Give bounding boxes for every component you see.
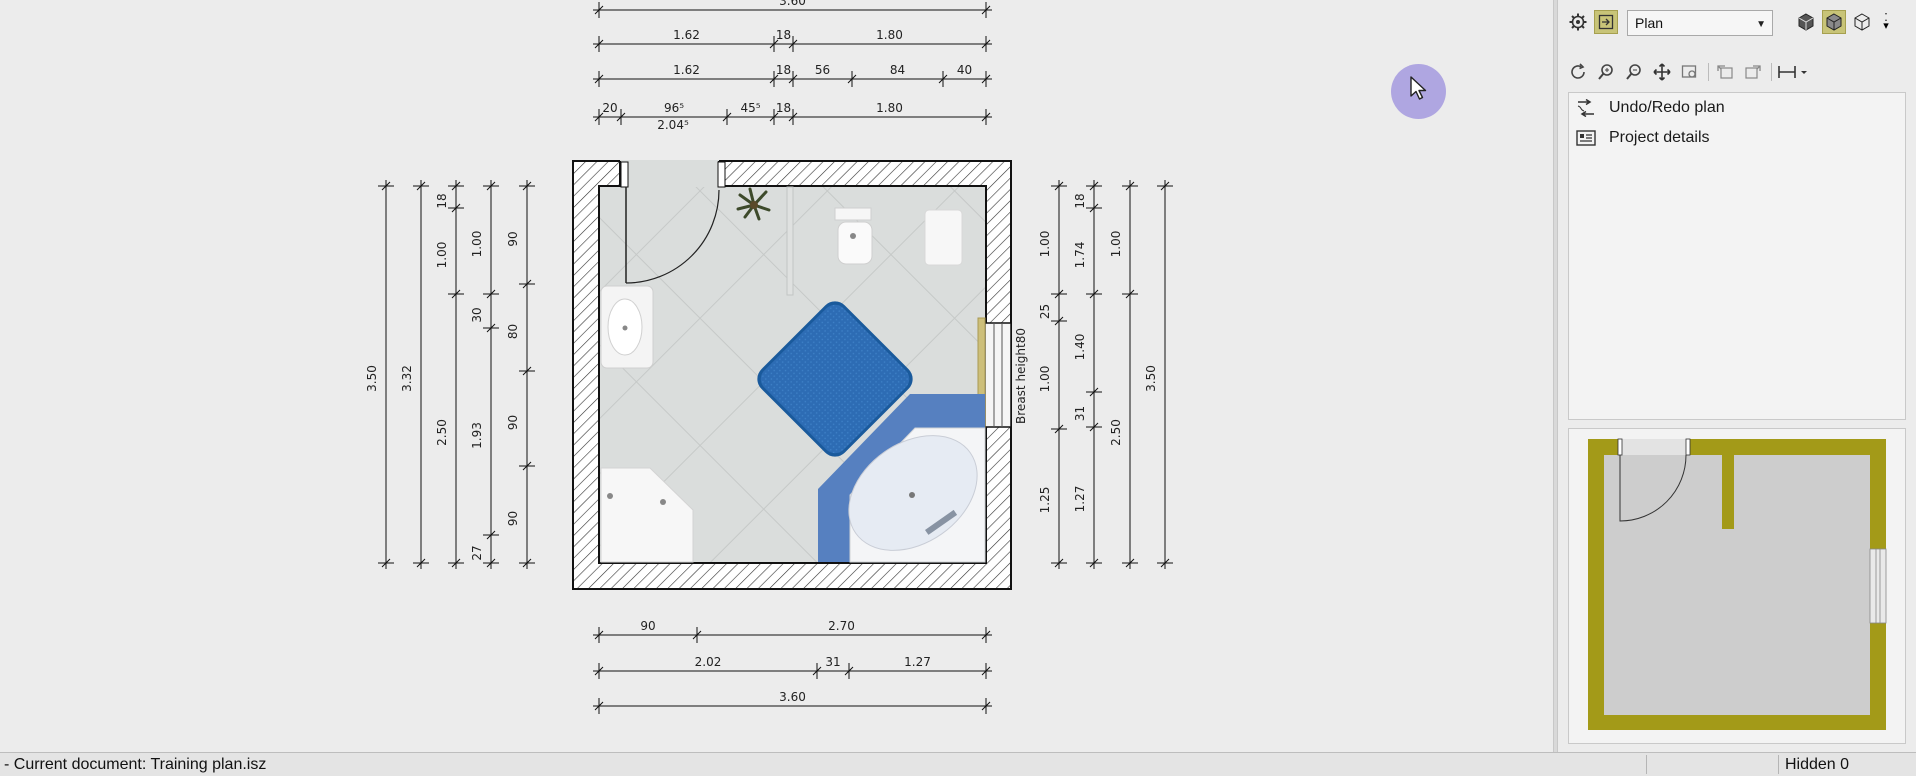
dimension-label: 1.00 — [1038, 366, 1052, 393]
dimension-icon[interactable] — [1776, 60, 1810, 84]
dimension-label: 1.40 — [1073, 334, 1087, 361]
dimension-label: 90 — [506, 415, 520, 430]
refresh-icon[interactable] — [1566, 60, 1590, 84]
chevron-down-icon: ▼ — [1756, 19, 1766, 30]
preview-floor — [1604, 455, 1870, 715]
dimension-label: 2.02 — [695, 655, 722, 669]
right-panel: Plan ▼ ⁚ ▾ Undo/Redo plan Project detail… — [1558, 0, 1916, 752]
dimension-label: 25 — [1038, 304, 1052, 319]
tree-item-label: Undo/Redo plan — [1609, 99, 1725, 116]
dimension-label: 1.80 — [876, 101, 903, 115]
dimension-label: 1.00 — [435, 242, 449, 269]
dimension-label: 1.74 — [1073, 242, 1087, 269]
status-bar: - Current document: Training plan.isz Hi… — [0, 752, 1916, 776]
floor-plan[interactable]: 3.60 1.62 18 1.80 1.62 18 56 84 40 20 96⁵ 45⁵ 18 1.80… — [0, 0, 1553, 752]
dimension-label: 1.62 — [673, 63, 700, 77]
export-icon[interactable] — [1594, 10, 1618, 34]
dimension-label: 84 — [890, 63, 905, 77]
dimension-label: 31 — [1073, 406, 1087, 421]
status-divider — [1646, 755, 1647, 774]
preview-door-opening — [1619, 439, 1688, 455]
gear-icon[interactable] — [1566, 10, 1590, 34]
mouse-pointer-icon — [1410, 76, 1427, 100]
view-select-value: Plan — [1635, 15, 1664, 31]
dimension-label: 1.62 — [673, 28, 700, 42]
details-icon — [1575, 127, 1597, 149]
dimension-label: 3.50 — [365, 365, 379, 392]
dimension-label: 1.00 — [470, 231, 484, 258]
dimension-label: 40 — [957, 63, 972, 77]
dimension-label: 1.27 — [1073, 486, 1087, 513]
dimension-label: 2.04⁵ — [657, 118, 689, 132]
dimension-label: 1.00 — [1038, 231, 1052, 258]
dimension-label: Breast height80 — [1014, 328, 1028, 424]
dimension-label: 31 — [825, 655, 840, 669]
overflow-icon[interactable]: ⁚ ▾ — [1878, 10, 1894, 34]
dimension-label: 90 — [506, 231, 520, 246]
cube-solid-icon[interactable] — [1794, 10, 1818, 34]
status-document: - Current document: Training plan.isz — [4, 756, 267, 773]
dimension-label: 1.25 — [1038, 487, 1052, 514]
tree-item-undo-redo[interactable]: Undo/Redo plan — [1569, 93, 1905, 123]
cube-wire-icon[interactable] — [1850, 10, 1874, 34]
preview-partition — [1722, 455, 1734, 529]
dimension-label: 18 — [776, 28, 791, 42]
zoom-in-icon[interactable] — [1594, 60, 1618, 84]
dimension-label: 90 — [640, 619, 655, 633]
dimension-label: 27 — [470, 545, 484, 560]
undo-redo-icon — [1575, 97, 1597, 119]
cube-shaded-icon[interactable] — [1822, 10, 1846, 34]
dimension-label: 30 — [470, 307, 484, 322]
dimension-label: 18 — [776, 63, 791, 77]
dimension-label: 2.70 — [828, 619, 855, 633]
dimension-label: 20 — [602, 101, 617, 115]
drawing-canvas[interactable]: 3.60 1.62 18 1.80 1.62 18 56 84 40 20 96⁵ 45⁵ 18 1.80… — [0, 0, 1553, 752]
dimension-label: 56 — [815, 63, 830, 77]
dimension-label: 18 — [776, 101, 791, 115]
dimension-label: 1.27 — [904, 655, 931, 669]
tree-item-project-details[interactable]: Project details — [1569, 123, 1905, 153]
view-select[interactable]: Plan ▼ — [1627, 10, 1773, 36]
dimension-label: 2.50 — [435, 419, 449, 446]
redo-view-icon[interactable] — [1741, 60, 1765, 84]
dimension-label: 1.80 — [876, 28, 903, 42]
dimension-label: 96⁵ — [664, 101, 684, 115]
dimension-label: 3.60 — [779, 690, 806, 704]
preview-window — [1869, 548, 1887, 624]
tree-item-label: Project details — [1609, 129, 1710, 146]
undo-view-icon[interactable] — [1713, 60, 1737, 84]
dimension-label: 1.93 — [470, 422, 484, 449]
dimension-label: 18 — [435, 193, 449, 208]
dimension-label: 80 — [506, 324, 520, 339]
zoom-out-icon[interactable] — [1622, 60, 1646, 84]
plan-tree: Undo/Redo plan Project details — [1568, 92, 1906, 420]
dimension-label: 1.00 — [1109, 231, 1123, 258]
dimension-label: 90 — [506, 511, 520, 526]
partition — [786, 186, 794, 296]
plan-preview[interactable] — [1568, 428, 1906, 744]
dimension-label: 3.32 — [400, 365, 414, 392]
pan-icon[interactable] — [1650, 60, 1674, 84]
status-divider — [1778, 755, 1779, 774]
zoom-window-icon[interactable] — [1678, 60, 1702, 84]
dimension-label: 2.50 — [1109, 419, 1123, 446]
dimension-label: 3.50 — [1144, 365, 1158, 392]
dimension-label: 3.60 — [779, 0, 806, 8]
dimension-label: 18 — [1073, 193, 1087, 208]
status-hidden-count: Hidden 0 — [1785, 756, 1850, 773]
dimension-label: 45⁵ — [740, 101, 760, 115]
